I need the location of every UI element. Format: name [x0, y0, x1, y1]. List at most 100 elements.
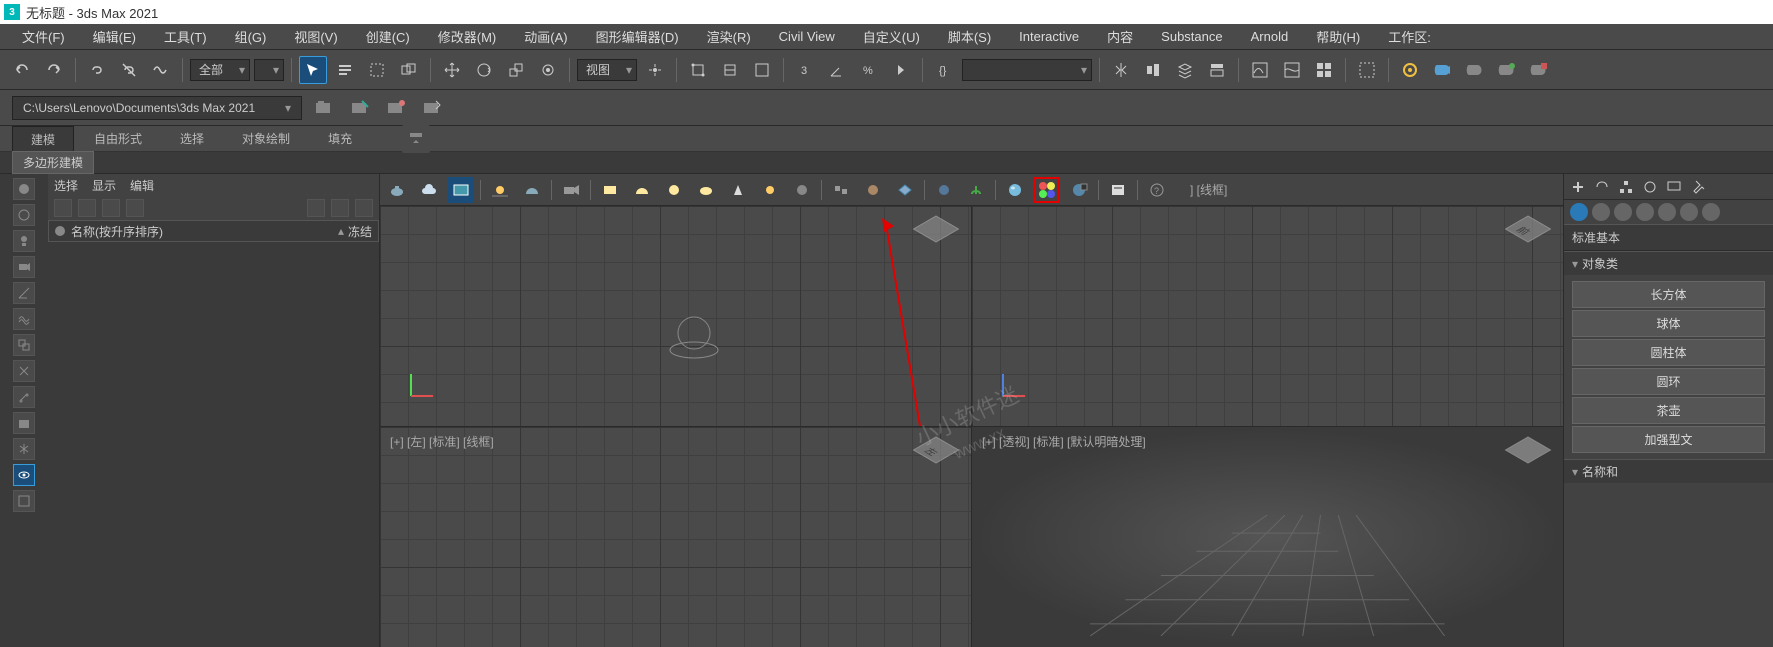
cat-cameras-icon[interactable] [1636, 203, 1654, 221]
spinner-snap-button[interactable] [887, 56, 915, 84]
motion-icon[interactable] [1642, 179, 1658, 195]
select-by-name-button[interactable] [331, 56, 359, 84]
filter-geometry-icon[interactable] [13, 178, 35, 200]
filter-all-icon[interactable] [13, 490, 35, 512]
edit-named-sets-button[interactable]: {} [930, 56, 958, 84]
scene-list-body[interactable] [48, 242, 379, 647]
se-tool-6[interactable] [331, 199, 349, 217]
manipulate-button[interactable] [684, 56, 712, 84]
layer-button[interactable] [1171, 56, 1199, 84]
keyboard-shortcut-button[interactable] [716, 56, 744, 84]
align-button[interactable] [1139, 56, 1167, 84]
cat-shapes-icon[interactable] [1592, 203, 1610, 221]
project-path-field[interactable]: C:\Users\Lenovo\Documents\3ds Max 2021▾ [12, 96, 302, 120]
window-crossing-button[interactable] [395, 56, 423, 84]
vray-material-library-icon[interactable] [1034, 177, 1060, 203]
vray-scatter-icon[interactable] [963, 177, 989, 203]
textplus-button[interactable]: 加强型文 [1572, 426, 1765, 453]
scene-tab-select[interactable]: 选择 [54, 177, 78, 194]
filter-xref-icon[interactable] [13, 360, 35, 382]
menu-animation[interactable]: 动画(A) [510, 25, 581, 48]
menu-arnold[interactable]: Arnold [1237, 27, 1303, 46]
viewcube[interactable]: 前 [1515, 216, 1549, 250]
menu-script[interactable]: 脚本(S) [934, 25, 1005, 48]
rectangle-selection-button[interactable] [363, 56, 391, 84]
filter-cameras-icon[interactable] [13, 256, 35, 278]
material-editor-button[interactable] [1310, 56, 1338, 84]
filter-frozen-icon[interactable] [13, 438, 35, 460]
vray-sphere-light-icon[interactable] [661, 177, 687, 203]
se-tool-4[interactable] [126, 199, 144, 217]
vray-proxy-icon[interactable] [828, 177, 854, 203]
vp-left-label[interactable]: [+] [左] [标准] [线框] [390, 433, 494, 450]
menu-help[interactable]: 帮助(H) [1302, 25, 1374, 48]
sphere-button[interactable]: 球体 [1572, 310, 1765, 337]
viewport-front[interactable]: 前 [972, 206, 1563, 426]
menu-view[interactable]: 视图(V) [280, 25, 351, 48]
snap-3d-button[interactable]: 3 [791, 56, 819, 84]
named-selection-dropdown[interactable] [962, 59, 1092, 81]
cat-systems-icon[interactable] [1702, 203, 1720, 221]
se-tool-5[interactable] [307, 199, 325, 217]
vray-bitmap-icon[interactable] [1066, 177, 1092, 203]
se-tool-2[interactable] [78, 199, 96, 217]
viewport-top[interactable] [380, 206, 971, 426]
scene-list-header[interactable]: 名称(按升序排序) ▴冻结 [48, 220, 379, 242]
curve-editor-button[interactable] [1246, 56, 1274, 84]
redo-button[interactable] [40, 56, 68, 84]
path-tool-1[interactable] [310, 94, 338, 122]
viewport-perspective[interactable]: [+] [透视] [标准] [默认明暗处理] [972, 427, 1563, 647]
cat-helpers-icon[interactable] [1658, 203, 1676, 221]
bind-spacewarp-button[interactable] [147, 56, 175, 84]
cat-geometry-icon[interactable] [1570, 203, 1588, 221]
vray-teapot-icon[interactable] [384, 177, 410, 203]
render-cloud-button[interactable] [1524, 56, 1552, 84]
vray-help-icon[interactable]: ? [1144, 177, 1170, 203]
ribbon-tab-objectpaint[interactable]: 对象绘制 [224, 126, 308, 151]
vray-dome-light-icon[interactable] [629, 177, 655, 203]
ribbon-tab-select[interactable]: 选择 [162, 126, 222, 151]
vray-plane-light-icon[interactable] [597, 177, 623, 203]
vray-mesh-light-icon[interactable] [693, 177, 719, 203]
filter-hidden-icon[interactable] [13, 464, 35, 486]
scene-tab-edit[interactable]: 编辑 [130, 177, 154, 194]
toggle-ribbon-button[interactable] [1203, 56, 1231, 84]
render-frame-button[interactable] [1396, 56, 1424, 84]
filter-bone-icon[interactable] [13, 386, 35, 408]
viewcube[interactable] [1515, 437, 1549, 471]
path-tool-3[interactable] [382, 94, 410, 122]
vp-top-label[interactable]: ] [线框] [1190, 181, 1227, 198]
selection-filter-dropdown[interactable]: 全部 [190, 59, 250, 81]
viewcube[interactable] [923, 216, 957, 250]
se-tool-7[interactable] [355, 199, 373, 217]
menu-content[interactable]: 内容 [1093, 25, 1147, 48]
render-online-button[interactable] [1492, 56, 1520, 84]
filter-shapes-icon[interactable] [13, 204, 35, 226]
vray-ies-light-icon[interactable] [725, 177, 751, 203]
display-icon[interactable] [1666, 179, 1682, 195]
scene-tab-display[interactable]: 显示 [92, 177, 116, 194]
box-button[interactable]: 长方体 [1572, 281, 1765, 308]
ribbon-tab-modeling[interactable]: 建模 [12, 126, 74, 152]
render-button[interactable] [1428, 56, 1456, 84]
hierarchy-icon[interactable] [1618, 179, 1634, 195]
menu-workspace[interactable]: 工作区: [1374, 25, 1445, 48]
vray-frame-buffer-icon[interactable] [448, 177, 474, 203]
pivot-center-button[interactable] [641, 56, 669, 84]
path-tool-4[interactable] [418, 94, 446, 122]
menu-create[interactable]: 创建(C) [352, 25, 424, 48]
unlink-button[interactable] [115, 56, 143, 84]
modify-icon[interactable] [1594, 179, 1610, 195]
ribbon-tab-fill[interactable]: 填充 [310, 126, 370, 151]
menu-civil[interactable]: Civil View [765, 27, 849, 46]
torus-button[interactable]: 圆环 [1572, 368, 1765, 395]
utilities-icon[interactable] [1690, 179, 1706, 195]
vray-camera-icon[interactable] [558, 177, 584, 203]
add-icon[interactable] [1570, 179, 1586, 195]
ribbon-sub-polymodeling[interactable]: 多边形建模 [12, 151, 94, 174]
link-button[interactable] [83, 56, 111, 84]
vray-dome-icon[interactable] [519, 177, 545, 203]
vray-ambient-icon[interactable] [789, 177, 815, 203]
name-color-rollout[interactable]: 名称和 [1564, 459, 1773, 483]
se-tool-1[interactable] [54, 199, 72, 217]
